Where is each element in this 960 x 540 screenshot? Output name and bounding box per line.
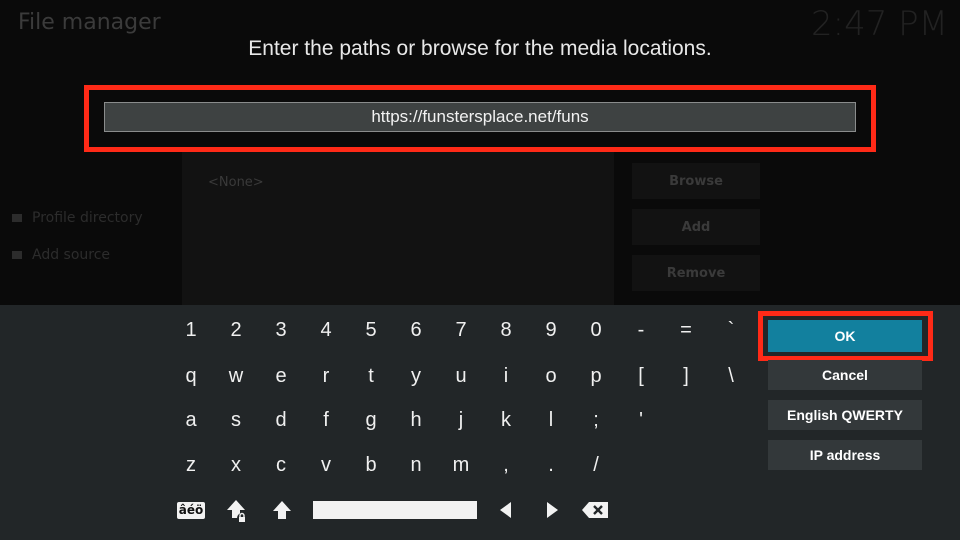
keyboard-key[interactable]: 2 [215, 310, 257, 350]
keyboard-key[interactable]: q [170, 356, 212, 396]
keyboard-key[interactable]: j [440, 400, 482, 440]
keyboard-key[interactable]: u [440, 356, 482, 396]
remove-button: Remove [632, 255, 760, 291]
keyboard-key[interactable]: ` [710, 310, 752, 350]
keyboard-key[interactable]: t [350, 356, 392, 396]
folder-icon [12, 214, 22, 222]
keyboard-key[interactable]: f [305, 400, 347, 440]
shift-icon [273, 501, 291, 519]
keyboard-key[interactable]: a [170, 400, 212, 440]
window-title: File manager [18, 10, 161, 35]
keyboard-key[interactable]: ; [575, 400, 617, 440]
keyboard-key[interactable]: 4 [305, 310, 347, 350]
cursor-left-key[interactable] [494, 498, 516, 522]
keyboard-key[interactable]: ' [620, 400, 662, 440]
cursor-right-key[interactable] [542, 498, 564, 522]
backspace-icon [582, 502, 608, 518]
source-list-placeholder: <None> [208, 175, 264, 190]
keyboard-key[interactable]: 8 [485, 310, 527, 350]
keyboard-key[interactable]: w [215, 356, 257, 396]
keyboard-key[interactable]: , [485, 445, 527, 485]
accent-key[interactable]: âéö [172, 498, 210, 522]
keyboard-key[interactable]: k [485, 400, 527, 440]
keyboard-key[interactable]: m [440, 445, 482, 485]
caps-lock-key[interactable] [222, 496, 252, 526]
cancel-button[interactable]: Cancel [768, 360, 922, 390]
keyboard-key[interactable]: \ [710, 356, 752, 396]
dialog-heading: Enter the paths or browse for the media … [248, 37, 712, 60]
keyboard-key[interactable]: 1 [170, 310, 212, 350]
keyboard-key[interactable]: h [395, 400, 437, 440]
keyboard-key[interactable]: r [305, 356, 347, 396]
sidebar-item-add-source: Add source [12, 247, 110, 263]
keyboard-key[interactable]: v [305, 445, 347, 485]
keyboard-key[interactable]: - [620, 310, 662, 350]
keyboard-key[interactable]: ] [665, 356, 707, 396]
caps-lock-icon [227, 500, 247, 523]
space-bar[interactable] [313, 501, 477, 519]
ip-address-button[interactable]: IP address [768, 440, 922, 470]
source-list-panel [182, 150, 614, 310]
sidebar-item-label: Add source [32, 247, 111, 263]
keyboard-key[interactable]: [ [620, 356, 662, 396]
arrow-left-icon [500, 502, 511, 518]
sidebar-item-label: Profile directory [32, 210, 143, 226]
keyboard-key[interactable]: s [215, 400, 257, 440]
keyboard-key[interactable]: 7 [440, 310, 482, 350]
shift-key[interactable] [268, 496, 296, 524]
input-highlight-annotation [84, 85, 876, 152]
keyboard-key[interactable]: 0 [575, 310, 617, 350]
sidebar-item-profile-directory: Profile directory [12, 210, 143, 226]
keyboard-key[interactable]: 6 [395, 310, 437, 350]
keyboard-key[interactable]: 9 [530, 310, 572, 350]
add-button: Add [632, 209, 760, 245]
keyboard-key[interactable]: 3 [260, 310, 302, 350]
keyboard-key[interactable]: c [260, 445, 302, 485]
arrow-right-icon [547, 502, 558, 518]
keyboard-key[interactable]: . [530, 445, 572, 485]
keyboard-key[interactable]: = [665, 310, 707, 350]
backspace-key[interactable] [580, 498, 610, 522]
keyboard-key[interactable]: g [350, 400, 392, 440]
browse-button: Browse [632, 163, 760, 199]
keyboard-key[interactable]: l [530, 400, 572, 440]
keyboard-key[interactable]: e [260, 356, 302, 396]
keyboard-key[interactable]: z [170, 445, 212, 485]
keyboard-key[interactable]: i [485, 356, 527, 396]
keyboard-key[interactable]: / [575, 445, 617, 485]
folder-icon [12, 251, 22, 259]
keyboard-key[interactable]: o [530, 356, 572, 396]
ok-highlight-annotation [758, 311, 933, 361]
keyboard-key[interactable]: y [395, 356, 437, 396]
keyboard-key[interactable]: b [350, 445, 392, 485]
keyboard-key[interactable]: n [395, 445, 437, 485]
keyboard-key[interactable]: d [260, 400, 302, 440]
accent-chars-icon: âéö [176, 501, 206, 519]
keyboard-key[interactable]: p [575, 356, 617, 396]
keyboard-key[interactable]: 5 [350, 310, 392, 350]
keyboard-layout-button[interactable]: English QWERTY [768, 400, 922, 430]
keyboard-key[interactable]: x [215, 445, 257, 485]
